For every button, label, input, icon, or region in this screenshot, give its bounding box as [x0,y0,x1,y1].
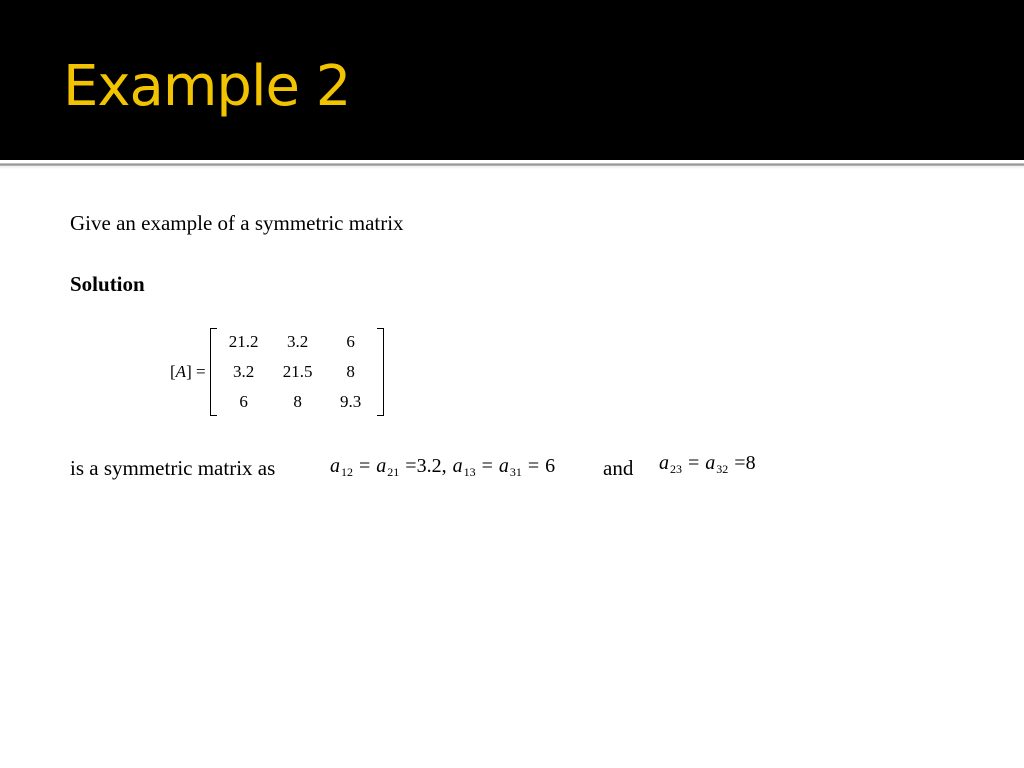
title-band: Example 2 [0,0,1024,160]
and-word: and [603,456,634,480]
element-index: 23 [670,462,682,476]
element-index: 21 [387,465,400,479]
slide-title: Example 2 [63,54,351,119]
matrix-cell: 3.2 [286,332,309,351]
element-symbol: a [659,452,669,474]
matrix-equation: [A] = 21.2 3.2 6 3.2 21.5 8 6 8 9.3 [170,328,384,416]
element-index: 31 [509,465,522,479]
matrix-cell: 21.5 [282,362,313,381]
matrix-cell: 6 [346,332,355,351]
equals-sign: = [405,455,417,477]
matrix-left-bracket [209,328,217,416]
matrix-cell: 8 [293,392,302,411]
element-symbol: a [705,452,716,474]
matrix-right-bracket [376,328,384,416]
matrix-cell: 3.2 [232,362,255,381]
symmetry-statement: is a symmetric matrix as [70,456,276,480]
equals-sign: = [359,455,371,477]
symmetry-equation-2: a23 = a32 =8 [659,452,756,477]
lhs-close-equals: ] = [186,362,206,381]
element-index: 13 [463,465,476,479]
matrix-cell: 21.2 [228,332,259,351]
value: 3.2, [416,455,447,477]
element-index: 32 [716,462,729,476]
matrix-name: A [175,362,187,381]
element-symbol: a [330,455,340,477]
symmetry-equation-1: a12 = a21 =3.2, a13 = a31 = 6 [330,455,555,480]
equals-sign: = [734,452,746,474]
matrix-cell: 9.3 [339,392,362,411]
equals-sign: = [527,455,540,477]
solution-heading: Solution [70,272,145,296]
matrix-grid: 21.2 3.2 6 3.2 21.5 8 6 8 9.3 [217,327,377,417]
element-symbol: a [376,455,387,477]
element-symbol: a [452,455,463,477]
matrix-lhs: [A] = [170,362,206,382]
value: 6 [545,455,556,477]
question-text: Give an example of a symmetric matrix [70,211,404,235]
title-divider-shadow [0,166,1024,169]
matrix-cell: 6 [239,392,248,411]
matrix-cell: 8 [346,362,355,381]
element-symbol: a [498,455,509,477]
element-index: 12 [341,465,353,479]
equals-sign: = [481,455,493,477]
equals-sign: = [688,452,700,474]
value: 8 [745,452,756,474]
